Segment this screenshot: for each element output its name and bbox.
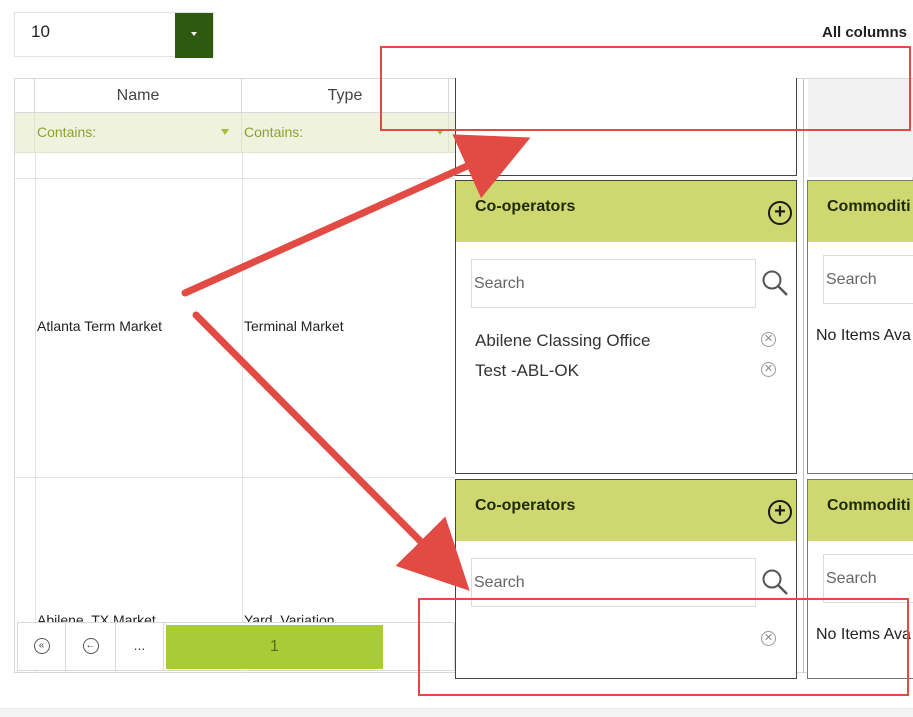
pager: « ← ... 1 [17, 622, 455, 671]
cooperator-item: Abilene Classing Office [475, 331, 651, 350]
cooperators-search-input[interactable] [472, 559, 755, 606]
header-leading-cell [15, 79, 35, 113]
remove-item-icon[interactable]: ✕ [761, 631, 776, 646]
chevron-left-icon: ← [82, 638, 99, 655]
commodities-title: Commoditi [827, 198, 911, 215]
caret-down-icon [191, 32, 197, 36]
all-columns-label[interactable]: All columns [822, 24, 907, 41]
panel-column-divider [803, 79, 804, 673]
page-size-dropdown[interactable]: 10 [14, 12, 214, 58]
bottom-bar [0, 708, 913, 717]
row-1-type: Terminal Market [244, 318, 344, 334]
commodities-panel-row-1: Commoditi No Items Ava [807, 180, 913, 474]
cooperator-item: Test -ABL-OK [475, 361, 579, 380]
commodities-header: Commoditi [808, 181, 913, 242]
panel-empty-row-2 [808, 79, 913, 177]
commodities-panel-row-2: Commoditi No Items Ava [807, 479, 913, 679]
current-page-button[interactable]: 1 [166, 625, 383, 669]
panel-empty-row [455, 78, 797, 176]
commodities-title: Commoditi [827, 497, 911, 514]
commodities-search-field[interactable] [823, 255, 913, 304]
grid-filter-row: Contains: Contains: [15, 113, 455, 153]
filter-funnel-icon[interactable] [221, 129, 229, 135]
commodities-search-field[interactable] [823, 554, 913, 603]
cooperators-search-field[interactable] [471, 558, 756, 607]
cooperators-search-field[interactable] [471, 259, 756, 308]
commodities-search-input[interactable] [824, 256, 913, 303]
double-chevron-left-icon: « [33, 638, 50, 655]
filter-label-name: Contains: [37, 124, 97, 140]
no-items-text: No Items Ava [816, 626, 911, 643]
grid-header-row: Name Type [15, 79, 455, 113]
add-cooperator-icon[interactable]: + [768, 500, 792, 524]
filter-leading-cell [15, 113, 35, 153]
cooperators-panel-row-2: Co-operators + ✕ [455, 479, 797, 679]
screen: 10 All columns Name Type Contains: Conta… [0, 0, 913, 717]
remove-item-icon[interactable]: ✕ [761, 332, 776, 347]
cooperators-header: Co-operators + [456, 181, 796, 242]
filter-cell-type[interactable]: Contains: [242, 113, 449, 153]
search-icon[interactable] [761, 568, 789, 596]
no-items-text: No Items Ava [816, 327, 911, 344]
page-size-value: 10 [31, 22, 50, 41]
filter-label-type: Contains: [244, 124, 304, 140]
page-size-toggle-button[interactable] [175, 13, 213, 58]
search-icon[interactable] [761, 269, 789, 297]
column-header-type[interactable]: Type [242, 79, 449, 113]
commodities-search-input[interactable] [824, 555, 913, 602]
grid-row-divider [15, 477, 455, 478]
grid-row-divider [15, 178, 455, 179]
column-header-name[interactable]: Name [35, 79, 242, 113]
cooperators-title: Co-operators [475, 198, 576, 215]
row-1-name: Atlanta Term Market [37, 318, 163, 334]
more-pages-button[interactable]: ... [116, 623, 164, 670]
filter-funnel-icon[interactable] [436, 129, 444, 135]
remove-item-icon[interactable]: ✕ [761, 362, 776, 377]
row-2-type: Yard, Variation [244, 612, 335, 622]
cooperators-header: Co-operators + [456, 480, 796, 541]
cooperators-title: Co-operators [475, 497, 576, 514]
cooperators-search-input[interactable] [472, 260, 755, 307]
row-2-name: Abilene, TX Market [37, 612, 156, 622]
grid-column-divider [242, 153, 243, 673]
row-2-clip: Abilene, TX Market Yard, Variation [34, 612, 454, 622]
commodities-header: Commoditi [808, 480, 913, 541]
cooperators-panel-row-1: Co-operators + Abilene Classing Office ✕… [455, 180, 797, 474]
grid-column-divider [35, 153, 36, 673]
first-page-button[interactable]: « [18, 623, 66, 670]
previous-page-button[interactable]: ← [66, 623, 116, 670]
add-cooperator-icon[interactable]: + [768, 201, 792, 225]
filter-cell-name[interactable]: Contains: [35, 113, 242, 153]
